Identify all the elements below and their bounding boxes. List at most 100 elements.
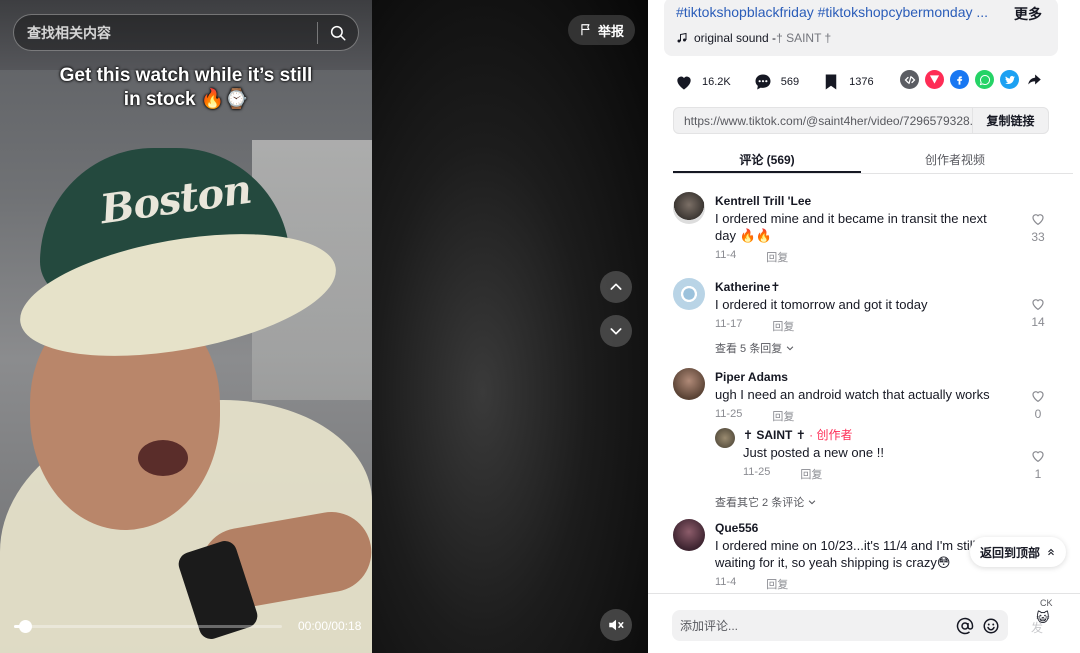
reply-button[interactable]: 回复 — [766, 576, 788, 592]
detail-panel: #tiktokshopblackfriday #tiktokshopcyberm… — [648, 0, 1080, 653]
hashtags[interactable]: #tiktokshopblackfriday #tiktokshopcyberm… — [676, 4, 996, 20]
tab-creator-videos[interactable]: 创作者视频 — [861, 146, 1049, 173]
whatsapp-icon[interactable] — [975, 70, 994, 89]
comment-bubble-icon — [753, 72, 773, 92]
avatar[interactable] — [673, 519, 705, 551]
video-link-text[interactable]: https://www.tiktok.com/@saint4her/video/… — [674, 114, 972, 128]
reply-text: Just posted a new one !! — [743, 445, 884, 460]
comment-body: Que556 I ordered mine on 10/23...it's 11… — [715, 521, 985, 592]
video-area[interactable]: Boston Get this watch while it’s still i… — [0, 0, 648, 653]
video-mouth — [138, 440, 188, 476]
like-count: 16.2K — [702, 76, 731, 88]
previous-video-button[interactable] — [600, 271, 632, 303]
reply-button[interactable]: 回复 — [766, 249, 788, 265]
comment-text: I ordered mine on 10/23...it's 11/4 and … — [715, 538, 976, 570]
reply-meta: 11-25 回复 — [743, 466, 1033, 482]
reply-date: 11-25 — [743, 466, 771, 478]
search-input[interactable] — [14, 24, 317, 41]
speaker-muted-icon — [609, 619, 624, 631]
flag-icon — [581, 24, 590, 36]
reply-like-button[interactable]: 1 — [1028, 448, 1048, 481]
comment-like-count: 33 — [1031, 230, 1045, 244]
report-label: 举报 — [598, 23, 625, 39]
emoji-button[interactable] — [978, 613, 1004, 639]
comment-body: Kentrell Trill 'Lee I ordered mine and i… — [715, 194, 1005, 265]
avatar[interactable] — [715, 428, 735, 448]
comment-date: 11-4 — [715, 249, 737, 261]
share-arrow-icon[interactable] — [1025, 70, 1044, 89]
save-count: 1376 — [849, 76, 874, 88]
video-player[interactable]: Boston Get this watch while it’s still i… — [0, 0, 372, 653]
next-video-button[interactable] — [600, 315, 632, 347]
reply-button[interactable]: 回复 — [772, 318, 794, 334]
search-button[interactable] — [318, 14, 358, 51]
twitter-icon[interactable] — [1000, 70, 1019, 89]
heart-outline-icon — [1028, 388, 1048, 404]
chevron-down-icon — [786, 346, 794, 351]
tab-comments[interactable]: 评论 (569) — [673, 146, 861, 173]
reply-button[interactable]: 回复 — [800, 466, 822, 482]
video-caption-line-1: Get this watch while it’s still — [59, 65, 313, 86]
video-progress-bar[interactable] — [14, 620, 282, 633]
comment-count: 569 — [780, 76, 800, 88]
heart-outline-icon — [1028, 296, 1048, 312]
video-progress-thumb[interactable] — [18, 620, 32, 633]
reply-like-count: 1 — [1034, 467, 1042, 481]
like-button[interactable]: 16.2K — [674, 72, 731, 92]
at-sign-icon — [956, 617, 974, 634]
chevron-down-icon — [808, 500, 816, 505]
language-badge: CK — [1040, 598, 1053, 608]
sound-row[interactable]: original sound - † SAINT † — [676, 31, 1046, 45]
view-more-comments-label: 查看其它 2 条评论 — [715, 497, 805, 509]
comment-like-count: 0 — [1034, 407, 1042, 421]
sticker-icon[interactable]: 😺 — [1036, 610, 1052, 628]
avatar[interactable] — [673, 192, 705, 224]
comment-input-wrapper — [672, 610, 1008, 641]
facebook-icon[interactable] — [950, 70, 969, 89]
bookmark-icon — [821, 72, 841, 92]
reply-body: ✝ SAINT ✝ · 创作者 Just posted a new one !!… — [743, 428, 1033, 482]
back-to-top-button[interactable]: 返回到顶部 — [970, 537, 1067, 567]
reply-button[interactable]: 回复 — [772, 408, 794, 424]
avatar[interactable] — [673, 368, 705, 400]
share-icons — [900, 70, 1044, 89]
mention-button[interactable] — [952, 613, 978, 639]
copy-link-button[interactable]: 复制链接 — [972, 108, 1048, 133]
comment-tabs: 评论 (569) 创作者视频 — [673, 146, 1073, 174]
comment-text: I ordered mine and it became in transit … — [715, 211, 987, 243]
save-button[interactable]: 1376 — [821, 72, 874, 92]
avatar[interactable] — [673, 278, 705, 310]
video-caption-line-2: in stock 🔥⌚ — [123, 89, 249, 110]
comment-body: Katherine✝ I ordered it tomorrow and got… — [715, 280, 1005, 356]
description-card: #tiktokshopblackfriday #tiktokshopcyberm… — [664, 0, 1058, 56]
reply-author[interactable]: ✝ SAINT ✝ · 创作者 — [743, 428, 1033, 442]
comment-button[interactable]: 569 — [753, 72, 799, 92]
mute-button[interactable] — [600, 609, 632, 641]
comment-meta: 11-4 回复 — [715, 249, 1005, 265]
chevron-down-icon — [610, 328, 622, 335]
heart-outline-icon — [1028, 211, 1048, 227]
view-more-comments-button[interactable]: 查看其它 2 条评论 — [715, 494, 817, 510]
creator-badge: · 创作者 — [809, 428, 853, 442]
comment-author[interactable]: Katherine✝ — [715, 280, 1005, 294]
chevron-up-icon — [610, 283, 622, 290]
comment-author[interactable]: Que556 — [715, 521, 985, 535]
heart-icon — [674, 72, 694, 92]
comment-author[interactable]: Piper Adams — [715, 370, 1005, 384]
report-button[interactable]: 举报 — [568, 15, 636, 45]
smiley-icon — [983, 618, 999, 633]
embed-code-icon[interactable] — [900, 70, 919, 89]
comment-date: 11-17 — [715, 318, 743, 330]
music-note-icon — [677, 32, 687, 43]
comment-like-button[interactable]: 0 — [1028, 388, 1048, 421]
comment-meta: 11-17 回复 — [715, 318, 1005, 334]
more-button[interactable]: 更多 — [1014, 4, 1042, 24]
comment-input[interactable] — [672, 618, 952, 633]
comment-like-button[interactable]: 33 — [1028, 211, 1048, 244]
comment-composer: CK 发 😺 — [648, 593, 1080, 653]
comment-like-button[interactable]: 14 — [1028, 296, 1048, 329]
send-to-friends-icon[interactable] — [925, 70, 944, 89]
view-replies-button[interactable]: 查看 5 条回复 — [715, 340, 1005, 356]
sound-title: original sound - — [694, 31, 777, 45]
comment-author[interactable]: Kentrell Trill 'Lee — [715, 194, 1005, 208]
